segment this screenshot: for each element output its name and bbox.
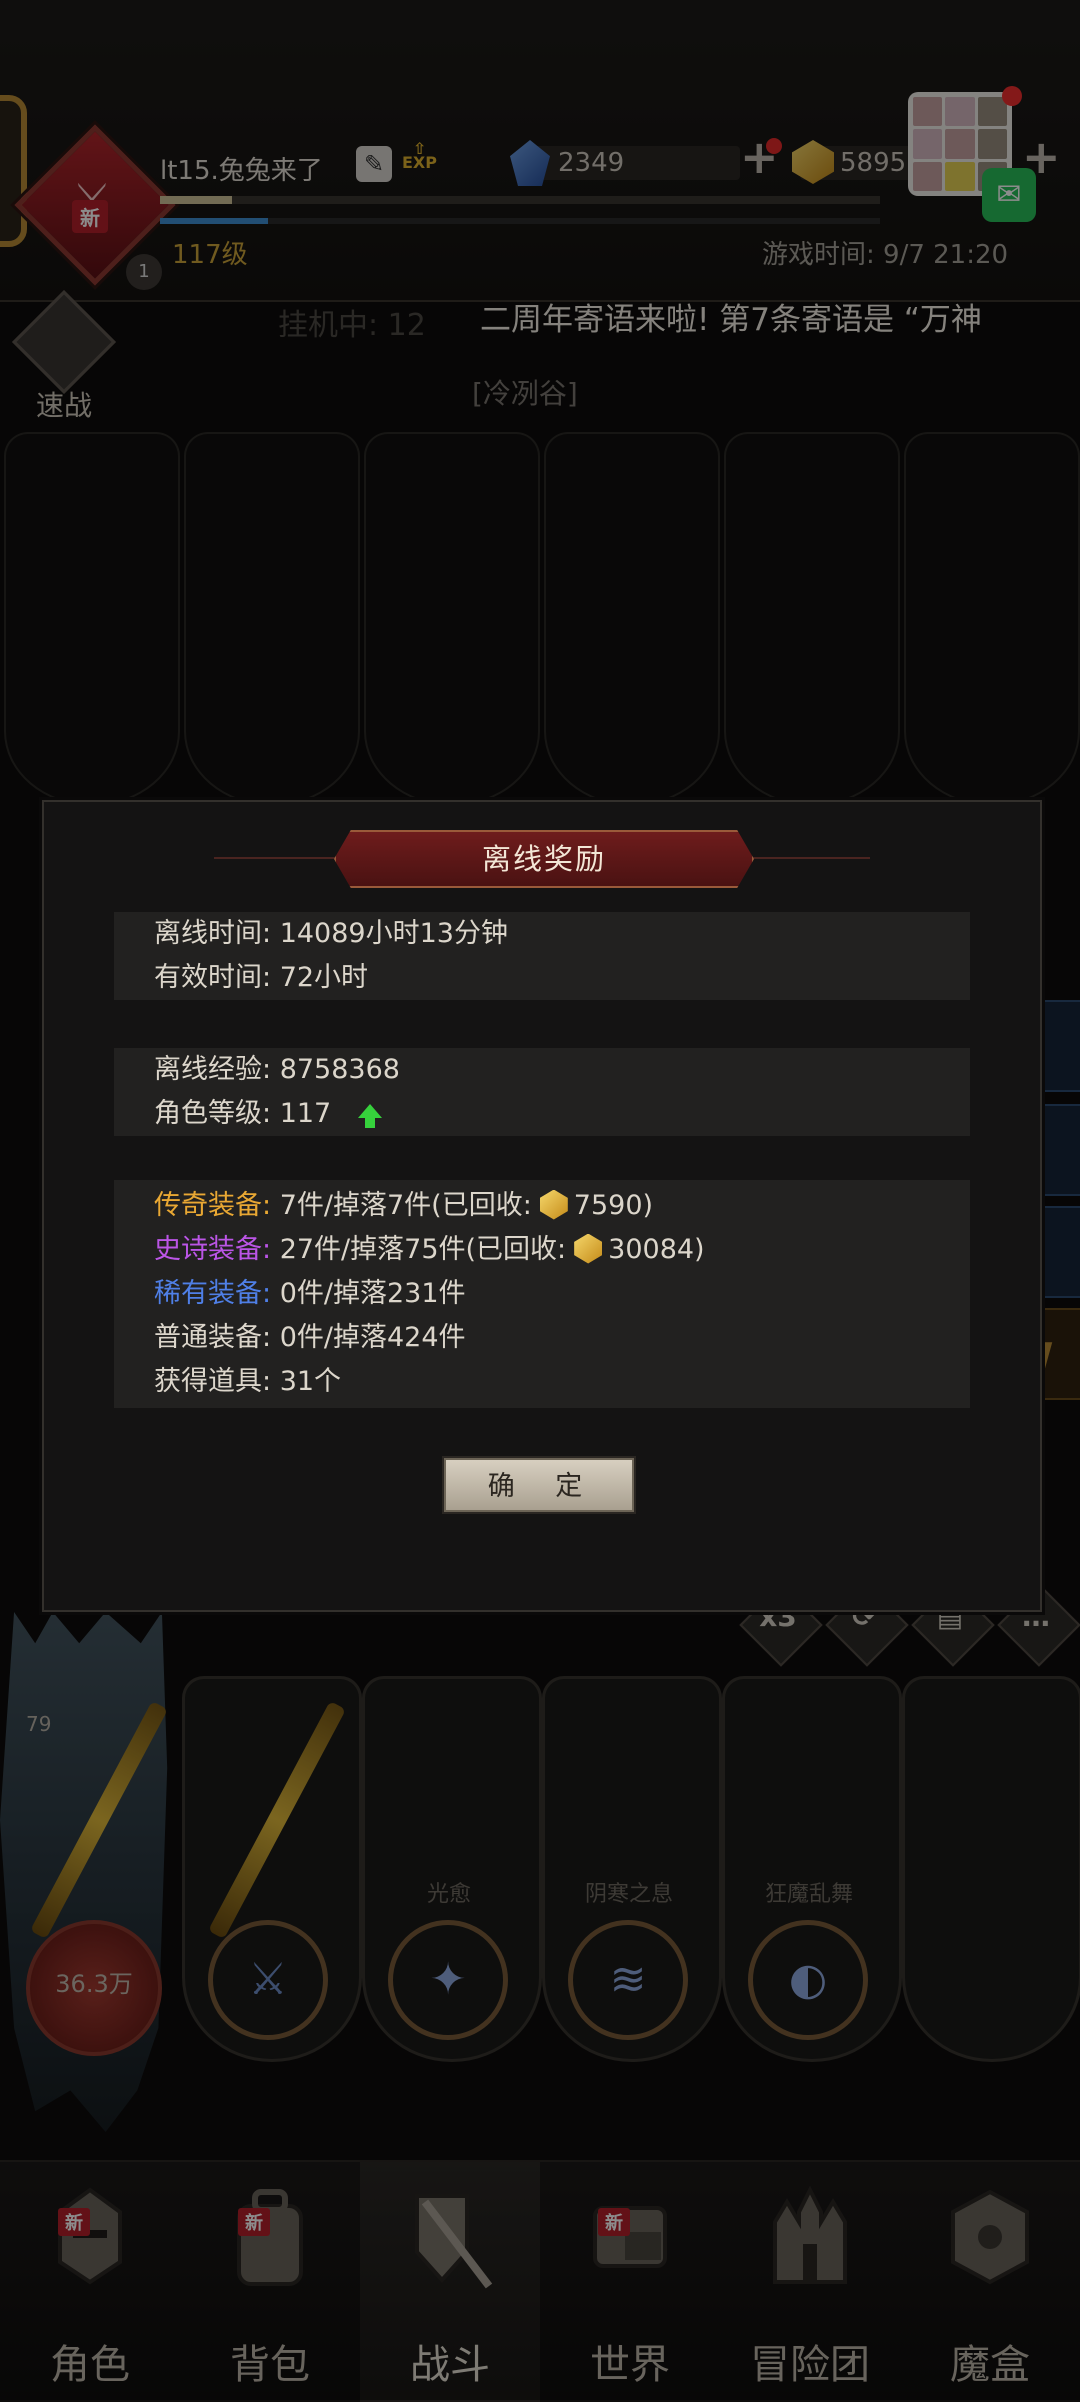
dialog-title: 离线奖励 — [334, 830, 754, 888]
effective-time-label: 有效时间: — [154, 962, 272, 993]
char-level-label: 角色等级: — [154, 1098, 272, 1129]
gold-icon — [539, 1189, 568, 1220]
legend-gear-label: 传奇装备: — [154, 1190, 272, 1221]
offline-exp-row: 离线经验: 8758368 — [114, 1048, 970, 1092]
offline-time-row: 离线时间: 14089小时13分钟 — [114, 912, 970, 956]
char-level-value: 117 — [279, 1098, 332, 1129]
offline-reward-dialog: 离线奖励 离线时间: 14089小时13分钟 有效时间: 72小时 离线经验: … — [42, 800, 1042, 1612]
offline-exp-label: 离线经验: — [154, 1054, 272, 1085]
time-section: 离线时间: 14089小时13分钟 有效时间: 72小时 — [114, 912, 970, 1000]
effective-time-value: 72小时 — [279, 962, 369, 993]
legend-gear-row: 传奇装备: 7件/掉落7件(已回收: 7590) — [114, 1184, 970, 1228]
offline-exp-value: 8758368 — [279, 1054, 400, 1085]
epic-gear-value: 27件/掉落75件(已回收: — [279, 1234, 567, 1265]
epic-gear-row: 史诗装备: 27件/掉落75件(已回收: 30084) — [114, 1228, 970, 1272]
gold-icon — [574, 1233, 603, 1264]
rare-gear-value: 0件/掉落231件 — [279, 1278, 466, 1309]
items-row: 获得道具: 31个 — [114, 1360, 970, 1404]
epic-gear-label: 史诗装备: — [154, 1234, 272, 1265]
exp-section: 离线经验: 8758368 角色等级: 117 — [114, 1048, 970, 1136]
legend-gear-value: 7件/掉落7件(已回收: — [279, 1190, 532, 1221]
loot-section: 传奇装备: 7件/掉落7件(已回收: 7590) 史诗装备: 27件/掉落75件(… — [114, 1180, 970, 1408]
epic-gold-value: 30084) — [608, 1234, 705, 1265]
offline-time-label: 离线时间: — [154, 918, 272, 949]
normal-gear-label: 普通装备: — [154, 1322, 272, 1353]
level-up-arrow-icon — [357, 1103, 382, 1128]
normal-gear-value: 0件/掉落424件 — [279, 1322, 466, 1353]
char-level-row: 角色等级: 117 — [114, 1092, 970, 1136]
confirm-button[interactable]: 确 定 — [444, 1458, 634, 1512]
rare-gear-label: 稀有装备: — [154, 1278, 272, 1309]
items-value: 31个 — [279, 1366, 342, 1397]
items-label: 获得道具: — [154, 1366, 272, 1397]
effective-time-row: 有效时间: 72小时 — [114, 956, 970, 1000]
offline-time-value: 14089小时13分钟 — [279, 918, 508, 949]
normal-gear-row: 普通装备: 0件/掉落424件 — [114, 1316, 970, 1360]
legend-gold-value: 7590) — [573, 1190, 654, 1221]
rare-gear-row: 稀有装备: 0件/掉落231件 — [114, 1272, 970, 1316]
